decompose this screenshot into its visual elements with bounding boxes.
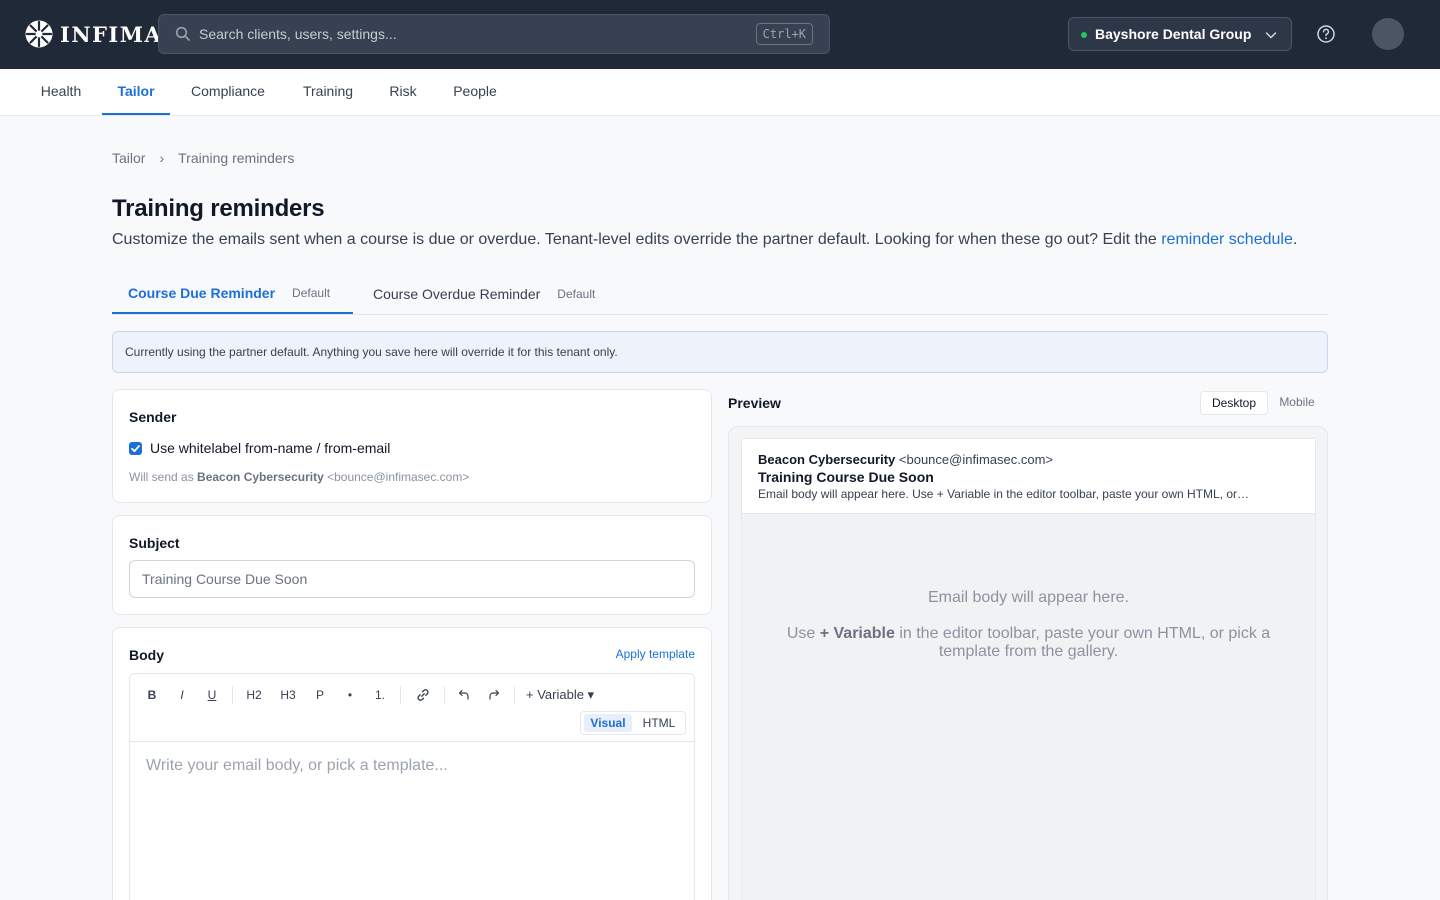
visual-mode-button[interactable]: Visual <box>584 714 632 732</box>
preview-device-toggle: Desktop Mobile <box>1200 391 1328 415</box>
sender-note-name: Beacon Cybersecurity <box>197 470 324 484</box>
email-from: Beacon Cybersecurity <bounce@infimasec.c… <box>758 452 1053 467</box>
tab-risk[interactable]: Risk <box>374 69 432 115</box>
reminder-tabs: Course Due Reminder Default Course Overd… <box>112 274 1328 315</box>
email-subject: Training Course Due Soon <box>758 469 934 485</box>
preview-label: Preview <box>728 395 781 411</box>
preview-frame: Beacon Cybersecurity <bounce@infimasec.c… <box>728 426 1328 900</box>
user-avatar[interactable] <box>1372 18 1404 50</box>
page-description-end: . <box>1292 231 1298 248</box>
email-body-placeholder: Email body will appear here. <box>928 589 1129 606</box>
redo-icon <box>489 689 500 700</box>
email-from-name: Beacon Cybersecurity <box>758 452 896 467</box>
page-title: Training reminders <box>112 195 325 222</box>
tab-label: Course Due Reminder <box>128 285 276 301</box>
sender-title: Sender <box>129 409 177 425</box>
email-preview: Beacon Cybersecurity <bounce@infimasec.c… <box>741 438 1316 900</box>
email-preview-header: Beacon Cybersecurity <bounce@infimasec.c… <box>742 439 1315 514</box>
bold-button[interactable]: B <box>142 686 162 704</box>
heading3-button[interactable]: H3 <box>276 686 300 704</box>
link-button[interactable] <box>412 686 434 704</box>
infima-logo-icon <box>25 20 53 48</box>
paragraph-button[interactable]: P <box>310 686 330 704</box>
underline-button[interactable]: U <box>202 686 222 704</box>
partner-default-notice: Currently using the partner default. Any… <box>112 331 1328 373</box>
body-title: Body <box>129 647 164 663</box>
global-search[interactable]: Ctrl+K <box>158 14 830 54</box>
insert-variable-button[interactable]: + Variable ▾ <box>526 686 600 704</box>
sender-note-prefix: Will send as <box>129 470 198 484</box>
org-name: Bayshore Dental Group <box>1095 26 1252 42</box>
brand-name: INFIMA <box>60 21 163 47</box>
tab-health[interactable]: Health <box>24 69 98 115</box>
tab-training[interactable]: Training <box>286 69 370 115</box>
top-bar: INFIMA Ctrl+K Bayshore Dental Group <box>0 0 1440 69</box>
main-nav: Health Tailor Compliance Training Risk P… <box>0 69 1440 116</box>
breadcrumb-current: Training reminders <box>178 150 295 166</box>
page-description: Customize the emails sent when a course … <box>112 231 1297 249</box>
email-snippet: Email body will appear here. Use + Varia… <box>758 487 1250 501</box>
whitelabel-checkbox[interactable] <box>129 442 142 455</box>
tab-tailor[interactable]: Tailor <box>102 69 170 115</box>
undo-icon <box>458 689 469 700</box>
help-icon[interactable] <box>1316 24 1336 44</box>
tab-course-due-reminder[interactable]: Course Due Reminder Default <box>112 274 353 314</box>
search-input[interactable] <box>199 15 739 53</box>
desktop-preview-button[interactable]: Desktop <box>1200 391 1268 415</box>
email-body-hint-pre: Use <box>786 625 820 642</box>
body-textarea[interactable] <box>146 757 676 900</box>
subject-title: Subject <box>129 535 180 551</box>
tab-course-overdue-reminder[interactable]: Course Overdue Reminder Default <box>357 274 627 314</box>
link-icon <box>417 689 429 701</box>
subject-input[interactable] <box>129 560 695 598</box>
check-icon <box>131 445 140 453</box>
mobile-preview-button[interactable]: Mobile <box>1268 391 1326 415</box>
email-body-hint: Use + Variable in the editor toolbar, pa… <box>782 625 1275 661</box>
subject-card: Subject <box>112 515 712 615</box>
heading2-button[interactable]: H2 <box>242 686 266 704</box>
italic-button[interactable]: I <box>172 686 192 704</box>
editor-mode-toggle: Visual HTML <box>580 711 686 735</box>
tab-compliance[interactable]: Compliance <box>174 69 282 115</box>
email-body-hint-variable: + Variable <box>819 625 895 642</box>
toolbar-divider <box>400 686 401 704</box>
toolbar-divider <box>232 686 233 704</box>
search-icon <box>175 26 190 41</box>
bullet-list-button[interactable]: • <box>340 686 360 704</box>
sender-note: Will send as Beacon Cybersecurity <bounc… <box>129 470 469 484</box>
body-editor: B I U H2 H3 P • 1. + Variable ▾ Visual H… <box>129 673 695 900</box>
sender-note-email: <bounce@infimasec.com> <box>323 470 470 484</box>
chevron-down-icon <box>1265 32 1277 39</box>
breadcrumb-root[interactable]: Tailor <box>112 150 145 166</box>
search-shortcut-hint: Ctrl+K <box>755 23 813 45</box>
toolbar-divider <box>514 686 515 704</box>
breadcrumb: Tailor › Training reminders <box>112 150 294 166</box>
body-card: Body Apply template B I U H2 H3 P • 1. +… <box>112 627 712 900</box>
default-badge: Default <box>292 286 331 300</box>
page-description-text: Customize the emails sent when a course … <box>112 231 1162 248</box>
default-badge: Default <box>557 287 596 301</box>
apply-template-button[interactable]: Apply template <box>616 647 695 661</box>
email-body-hint-post: in the editor toolbar, paste your own HT… <box>894 625 1271 660</box>
html-mode-button[interactable]: HTML <box>637 714 681 732</box>
brand-logo[interactable]: INFIMA <box>24 19 162 49</box>
reminder-schedule-link[interactable]: reminder schedule <box>1161 231 1293 248</box>
editor-toolbar: B I U H2 H3 P • 1. + Variable ▾ Visual H… <box>130 674 694 742</box>
sender-card: Sender Use whitelabel from-name / from-e… <box>112 389 712 503</box>
tab-label: Course Overdue Reminder <box>373 286 541 302</box>
org-status-dot <box>1081 32 1087 38</box>
ordered-list-button[interactable]: 1. <box>370 686 390 704</box>
undo-button[interactable] <box>454 686 474 704</box>
redo-button[interactable] <box>484 686 504 704</box>
whitelabel-checkbox-label[interactable]: Use whitelabel from-name / from-email <box>150 440 390 456</box>
tab-people[interactable]: People <box>436 69 514 115</box>
breadcrumb-separator: › <box>159 150 165 166</box>
toolbar-divider <box>444 686 445 704</box>
org-switcher[interactable]: Bayshore Dental Group <box>1068 17 1292 51</box>
email-from-address: <bounce@infimasec.com> <box>895 452 1054 467</box>
